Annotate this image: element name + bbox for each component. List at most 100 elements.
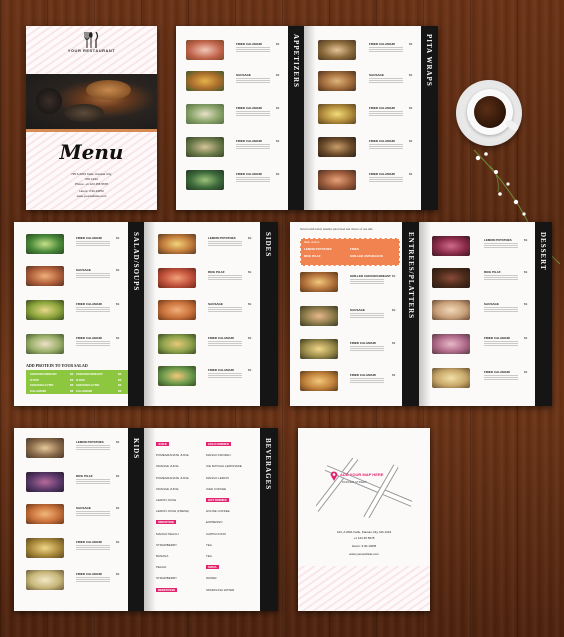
- entree-title-3: FRIED CALAMARI: [350, 341, 376, 345]
- entree-photo-2: [300, 306, 338, 326]
- kids-price-3: $9: [116, 506, 120, 510]
- appetizer-title-5: FRIED CALAMARI: [236, 172, 262, 176]
- appetizer-price-4: $9: [276, 139, 280, 143]
- salad-sides-spread[interactable]: SALAD/SOUPS SIDES FRIED CALAMARI $9 SAUS…: [14, 222, 278, 406]
- map-website: www.yourwebsite.com: [349, 552, 379, 556]
- protein-row-left: CHICKEN BREAST: [30, 372, 57, 376]
- entree-desc-2: [350, 313, 384, 318]
- pita-desc-1: [369, 47, 403, 52]
- fork-spoon-knife-icon: [80, 31, 102, 48]
- kids-photo-1: [26, 438, 64, 458]
- pita-title-4: FRIED CALAMARI: [369, 139, 395, 143]
- beverage-item: MANGO FROZEN: [206, 453, 231, 458]
- map-page[interactable]: ADD YOUR MAP HERE PARKER STREET 123, A 2…: [298, 428, 430, 611]
- map-street: PARKER STREET: [342, 480, 367, 484]
- protein-row-right: CHICKEN GYRO: [76, 383, 100, 387]
- kids-price-1: $9: [116, 440, 120, 444]
- map-label: ADD YOUR MAP HERE: [340, 472, 384, 477]
- protein-row-left-price: $3: [70, 383, 74, 387]
- beverage-item: DEMITASSE: [156, 587, 178, 592]
- kids-title-1: LEMON POTATOES: [76, 440, 104, 444]
- salad-title-3: FRIED CALAMARI: [76, 302, 102, 306]
- beverage-item: HOUSE COFFEE: [206, 509, 230, 514]
- beverage-item: ORANGE JUICE: [156, 464, 179, 469]
- kids-title-5: FRIED CALAMARI: [76, 572, 102, 576]
- beverage-item: JUICE: [156, 442, 169, 446]
- pita-photo-2: [318, 71, 356, 91]
- protein-row-left: GYRO: [30, 377, 39, 382]
- sides-title-2: RICE PILAF: [208, 270, 225, 274]
- salad-title-4: FRIED CALAMARI: [76, 336, 102, 340]
- pita-photo-4: [318, 137, 356, 157]
- sides-photo-1: [158, 234, 196, 254]
- dessert-desc-1: [484, 243, 518, 248]
- appetizer-price-2: $9: [276, 73, 280, 77]
- dessert-desc-4: [484, 341, 518, 346]
- entree-photo-4: [300, 371, 338, 391]
- dessert-price-5: $9: [524, 370, 528, 374]
- sides-title-5: FRIED CALAMARI: [208, 368, 234, 372]
- kids-photo-3: [26, 504, 64, 524]
- sides-desc-1: [208, 241, 242, 246]
- appetizer-photo-3: [186, 104, 224, 124]
- appetizer-desc-4: [236, 144, 270, 149]
- pita-photo-1: [318, 40, 356, 60]
- beverage-item: LEMON JUICE (FRESH): [156, 509, 190, 514]
- pita-photo-3: [318, 104, 356, 124]
- beverage-item: BANANA: [156, 554, 169, 558]
- appetizer-title-4: FRIED CALAMARI: [236, 139, 262, 143]
- salad-soups-label: SALAD/SOUPS: [132, 232, 140, 292]
- sides-photo-4: [158, 334, 196, 354]
- kids-desc-4: [76, 545, 110, 550]
- pita-desc-4: [369, 144, 403, 149]
- appetizer-desc-3: [236, 111, 270, 116]
- spread-fold-shadow: [419, 222, 431, 406]
- beverage-item: STRAWBERRY: [156, 542, 178, 547]
- beverage-item: POMEGRANATE JUICE: [156, 453, 189, 458]
- pita-title-3: FRIED CALAMARI: [369, 106, 395, 110]
- entree-title-4: FRIED CALAMARI: [350, 373, 376, 377]
- kids-desc-1: [76, 445, 110, 450]
- salad-photo-2: [26, 266, 64, 286]
- appetizers-pita-spread[interactable]: APPETIZERS PITA WRAPS FRIED CALAMARI $9 …: [176, 26, 438, 210]
- appetizer-photo-4: [186, 137, 224, 157]
- dessert-price-1: $9: [524, 238, 528, 242]
- dessert-title-5: FRIED CALAMARI: [484, 370, 510, 374]
- dessert-price-2: $9: [524, 270, 528, 274]
- sides-title-3: SAUSAGE: [208, 302, 223, 306]
- kids-title-2: RICE PILAF: [76, 474, 93, 478]
- entree-photo-3: [300, 339, 338, 359]
- menu-cover[interactable]: YOUR RESTAURANT Menu 725 A 2001 Kelle, K…: [26, 26, 157, 210]
- pita-title-1: FRIED CALAMARI: [369, 42, 395, 46]
- salad-desc-1: [76, 241, 110, 246]
- beverage-item: HOT DRINKS: [206, 498, 229, 502]
- protein-row-left-price: $3: [70, 388, 74, 393]
- beverage-item: SODA: [206, 565, 219, 570]
- pita-desc-5: [369, 177, 403, 182]
- menu-title: Menu: [59, 140, 124, 164]
- pita-price-1: $9: [409, 42, 413, 46]
- dessert-price-3: $9: [524, 302, 528, 306]
- protein-row-left: CHICKEN GYRO: [30, 383, 54, 387]
- beverage-item: ORANGE JUICE: [156, 486, 179, 491]
- salad-photo-3: [26, 300, 64, 320]
- dessert-photo-4: [432, 334, 470, 354]
- side-order-2: RICE PILAF: [304, 254, 321, 258]
- protein-row-left: CALAMARI: [30, 388, 46, 393]
- sides-desc-2: [208, 275, 242, 280]
- entree-desc-4: [350, 378, 384, 383]
- entrees-dessert-spread[interactable]: ENTREES/PLATTERS DESSERT Served with sal…: [290, 222, 552, 406]
- appetizer-price-5: $9: [276, 172, 280, 176]
- dessert-title-2: RICE PILAF: [484, 270, 501, 274]
- beverage-item: SMOOTHIE: [156, 520, 177, 525]
- sides-photo-2: [158, 268, 196, 288]
- dessert-desc-2: [484, 275, 518, 280]
- pita-desc-3: [369, 111, 403, 116]
- salad-price-3: $9: [116, 302, 120, 306]
- protein-row-right: CHICKEN BREAST: [76, 372, 103, 376]
- map-phone: +1 123 45 5678: [353, 536, 375, 540]
- entree-desc-1: [350, 279, 384, 284]
- pita-desc-2: [369, 78, 403, 83]
- kids-beverages-spread[interactable]: KIDS BEVERAGES LEMON POTATOES $9 RICE PI…: [14, 428, 278, 611]
- appetizer-desc-2: [236, 78, 270, 83]
